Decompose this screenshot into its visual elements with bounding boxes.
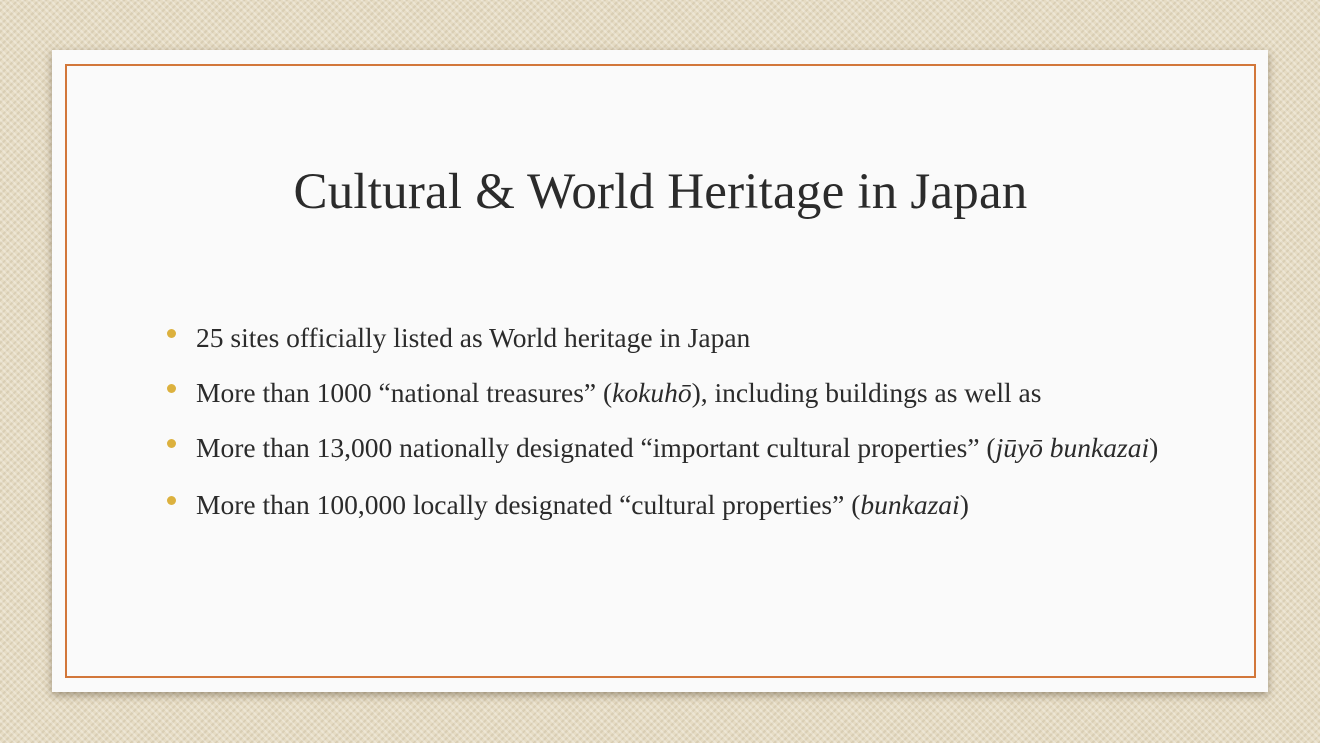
- bullet-text-before: More than 1000 “national treasures” (: [196, 377, 613, 408]
- slide-frame: Cultural & World Heritage in Japan 25 si…: [65, 64, 1256, 678]
- bullet-term-juyo-bunkazai: jūyō bunkazai: [995, 432, 1150, 463]
- bullet-list: 25 sites officially listed as World heri…: [167, 320, 1206, 542]
- bullet-dot-icon: [167, 384, 176, 393]
- bullet-item-important-cultural-properties: More than 13,000 nationally designated “…: [167, 430, 1206, 465]
- slide-card: Cultural & World Heritage in Japan 25 si…: [52, 50, 1268, 692]
- bullet-text-after: ), including buildings as well as: [691, 377, 1042, 408]
- bullet-text-before: More than 13,000 nationally designated “…: [196, 432, 996, 463]
- bullet-term-kokuho: kokuhō: [612, 377, 692, 408]
- bullet-text-after: ): [959, 489, 969, 520]
- bullet-text-before: More than 100,000 locally designated “cu…: [196, 489, 861, 520]
- bullet-item-world-heritage: 25 sites officially listed as World heri…: [167, 320, 1206, 355]
- bullet-term-bunkazai: bunkazai: [860, 489, 960, 520]
- slide-title: Cultural & World Heritage in Japan: [293, 164, 1028, 220]
- bullet-dot-icon: [167, 329, 176, 338]
- bullet-dot-icon: [167, 439, 176, 448]
- bullet-item-national-treasures: More than 1000 “national treasures” (kok…: [167, 375, 1206, 410]
- bullet-dot-icon: [167, 496, 176, 505]
- bullet-text: 25 sites officially listed as World heri…: [196, 322, 751, 353]
- bullet-text-after: ): [1149, 432, 1159, 463]
- bullet-item-local-cultural-properties: More than 100,000 locally designated “cu…: [167, 487, 1206, 522]
